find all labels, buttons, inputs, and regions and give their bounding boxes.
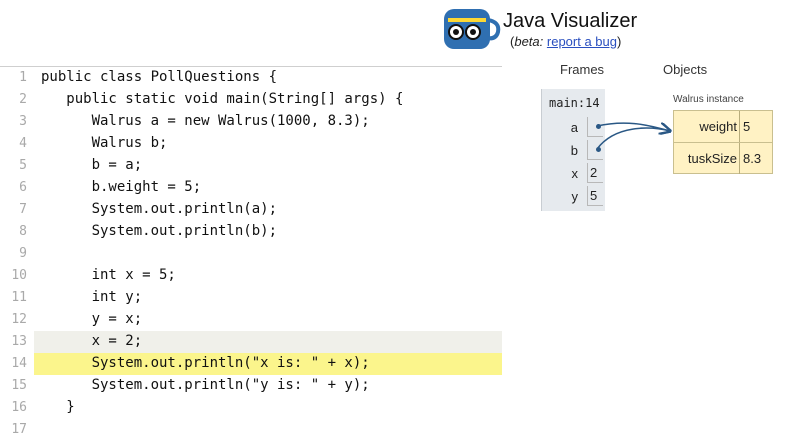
code-panel: 1 public class PollQuestions { 2 public st… bbox=[0, 66, 502, 437]
line-number: 9 bbox=[19, 246, 27, 261]
line-number: 3 bbox=[19, 114, 27, 129]
line-number: 13 bbox=[11, 334, 27, 349]
code-line: 10 int x = 5; bbox=[0, 265, 502, 287]
line-number: 10 bbox=[11, 268, 27, 283]
code-text: y = x; bbox=[41, 311, 143, 327]
code-line: 11 int y; bbox=[0, 287, 502, 309]
code-line: 12 y = x; bbox=[0, 309, 502, 331]
frame-name: main:14 bbox=[549, 96, 600, 110]
var-name-x: x bbox=[571, 166, 579, 181]
code-text: x = 2; bbox=[41, 333, 143, 349]
app-title: Java Visualizer bbox=[503, 10, 638, 32]
pointer-arrow-b bbox=[596, 128, 670, 150]
beta-label: beta: bbox=[514, 34, 544, 49]
code-line: 17 bbox=[0, 419, 502, 441]
code-text: public static void main(String[] args) { bbox=[41, 91, 404, 107]
field-name-tusksize: tuskSize bbox=[687, 151, 737, 166]
report-bug-link[interactable]: report a bug bbox=[547, 34, 617, 49]
line-number: 8 bbox=[19, 224, 27, 239]
code-text: System.out.println("x is: " + x); bbox=[41, 355, 370, 371]
line-number: 1 bbox=[19, 70, 27, 85]
code-line: 2 public static void main(String[] args)… bbox=[0, 89, 502, 111]
field-value-tusksize: 8.3 bbox=[739, 143, 772, 174]
field-value-weight: 5 bbox=[739, 111, 772, 142]
subtitle: (beta: report a bug) bbox=[510, 34, 621, 49]
line-number: 15 bbox=[11, 378, 27, 393]
field-name-weight: weight bbox=[699, 119, 737, 134]
code-line: 15 System.out.println("y is: " + y); bbox=[0, 375, 502, 397]
line-number: 5 bbox=[19, 158, 27, 173]
code-line: 14 System.out.println("x is: " + x); bbox=[0, 353, 502, 375]
code-text: System.out.println(b); bbox=[41, 223, 278, 239]
java-visualizer-logo bbox=[440, 6, 502, 52]
close-paren: ) bbox=[617, 34, 622, 49]
code-line: 7 System.out.println(a); bbox=[0, 199, 502, 221]
var-value-x: 2 bbox=[587, 163, 603, 183]
frames-header: Frames bbox=[560, 62, 605, 77]
pointer-dot-a bbox=[596, 124, 601, 129]
line-number: 4 bbox=[19, 136, 27, 151]
code-line: 6 b.weight = 5; bbox=[0, 177, 502, 199]
code-line: 4 Walrus b; bbox=[0, 133, 502, 155]
line-number: 16 bbox=[11, 400, 27, 415]
line-number: 11 bbox=[11, 290, 27, 305]
code-text: Walrus b; bbox=[41, 135, 168, 151]
code-text: b.weight = 5; bbox=[41, 179, 202, 195]
line-number: 12 bbox=[11, 312, 27, 327]
code-line: 8 System.out.println(b); bbox=[0, 221, 502, 243]
pointer-arrow-a bbox=[596, 122, 670, 131]
walrus-object: weight 5 tuskSize 8.3 bbox=[673, 110, 773, 174]
code-line: 16 } bbox=[0, 397, 502, 419]
objects-header: Objects bbox=[663, 62, 708, 77]
code-line: 13 x = 2; bbox=[0, 331, 502, 353]
var-value-a bbox=[587, 117, 603, 137]
code-text: b = a; bbox=[41, 157, 143, 173]
code-text: int x = 5; bbox=[41, 267, 176, 283]
line-number: 14 bbox=[11, 356, 27, 371]
line-number: 6 bbox=[19, 180, 27, 195]
code-text: System.out.println("y is: " + y); bbox=[41, 377, 370, 393]
field-weight: weight 5 bbox=[674, 111, 772, 142]
code-line: 9 bbox=[0, 243, 502, 265]
code-line: 3 Walrus a = new Walrus(1000, 8.3); bbox=[0, 111, 502, 133]
code-text: public class PollQuestions { bbox=[41, 69, 278, 85]
var-name-a: a bbox=[570, 120, 578, 135]
object-label: Walrus instance bbox=[673, 94, 744, 105]
code-text: Walrus a = new Walrus(1000, 8.3); bbox=[41, 113, 370, 129]
code-line: 5 b = a; bbox=[0, 155, 502, 177]
pointer-dot-b bbox=[596, 147, 601, 152]
code-line: 1 public class PollQuestions { bbox=[0, 67, 502, 89]
var-value-y: 5 bbox=[587, 186, 603, 206]
line-number: 17 bbox=[11, 422, 27, 437]
var-name-y: y bbox=[571, 189, 579, 204]
stack-frame-main: main:14 a b x 2 y 5 bbox=[541, 89, 605, 211]
var-value-b bbox=[587, 140, 603, 160]
line-number: 2 bbox=[19, 92, 27, 107]
var-name-b: b bbox=[570, 143, 578, 158]
line-number: 7 bbox=[19, 202, 27, 217]
code-text: } bbox=[41, 399, 75, 415]
field-tusksize: tuskSize 8.3 bbox=[674, 142, 772, 174]
code-text: System.out.println(a); bbox=[41, 201, 278, 217]
code-text: int y; bbox=[41, 289, 143, 305]
